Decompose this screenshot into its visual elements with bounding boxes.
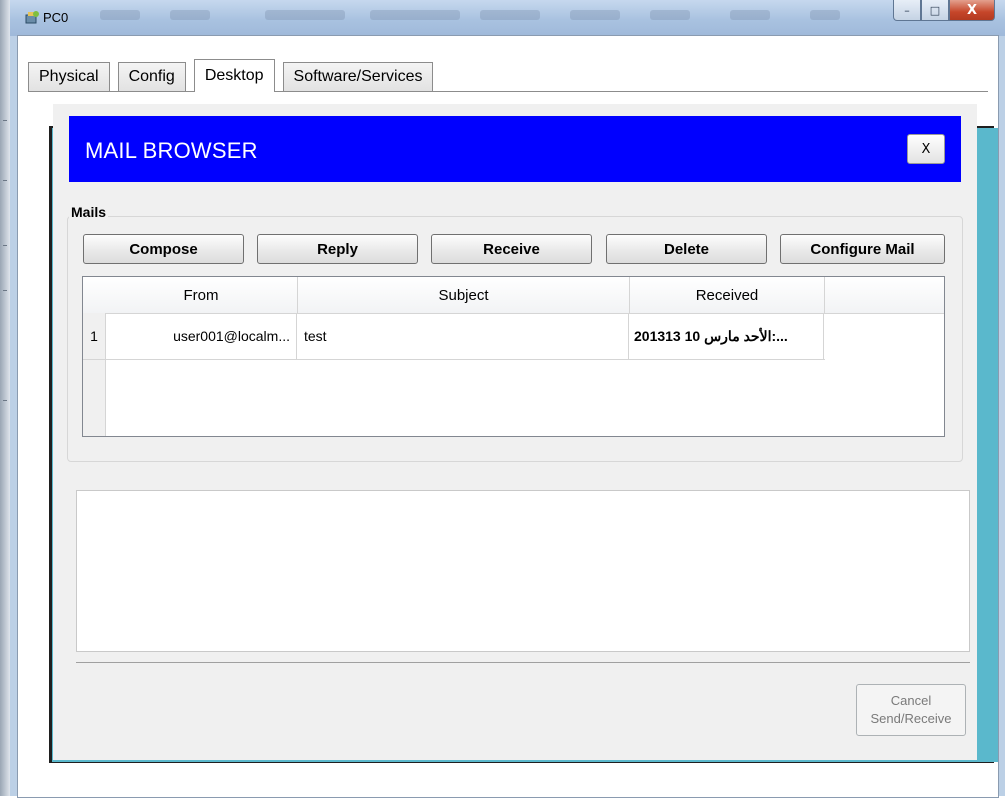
cell-subject: test xyxy=(298,313,629,359)
background-window-edge xyxy=(0,0,10,796)
tab-strip: Physical Config Desktop Software/Service… xyxy=(28,59,441,92)
close-icon: X xyxy=(966,2,978,18)
divider xyxy=(76,662,970,663)
tab-software-services[interactable]: Software/Services xyxy=(282,62,434,91)
window-title: PC0 xyxy=(43,10,69,25)
minimize-icon: – xyxy=(904,3,910,17)
table-row[interactable]: user001@localm... test ...:الأحد مارس 10… xyxy=(83,313,825,360)
table-header: From Subject Received xyxy=(83,277,944,314)
delete-button[interactable]: Delete xyxy=(606,234,767,264)
configure-mail-button[interactable]: Configure Mail xyxy=(780,234,945,264)
mail-browser-window: MAIL BROWSER X Mails Compose Reply Recei… xyxy=(53,104,977,760)
tab-desktop[interactable]: Desktop xyxy=(193,59,275,92)
mail-preview-pane[interactable] xyxy=(76,490,970,652)
close-mail-browser-button[interactable]: X xyxy=(907,134,945,164)
send-receive-label: Send/Receive xyxy=(870,711,952,726)
pc0-window: PC0 – □ X Physical Config Desktop Softwa… xyxy=(10,0,1005,798)
close-icon: X xyxy=(921,141,931,157)
reply-button[interactable]: Reply xyxy=(257,234,418,264)
title-bar[interactable]: PC0 – □ X xyxy=(10,0,1005,36)
cell-received: ...:الأحد مارس 10 201313 xyxy=(630,313,824,359)
column-header-received[interactable]: Received xyxy=(630,277,825,313)
cancel-send-receive-button[interactable]: Cancel Send/Receive xyxy=(856,684,966,736)
close-window-button[interactable]: X xyxy=(949,0,995,21)
cancel-label: Cancel xyxy=(890,693,932,708)
column-header-subject[interactable]: Subject xyxy=(298,277,630,313)
pc-app-icon xyxy=(25,11,39,24)
tab-config[interactable]: Config xyxy=(117,62,186,91)
cell-from: user001@localm... xyxy=(105,313,297,359)
tab-physical[interactable]: Physical xyxy=(28,62,110,91)
mail-list-table[interactable]: From Subject Received 1 user001@localm..… xyxy=(82,276,945,437)
mails-group-label: Mails xyxy=(69,204,109,220)
maximize-button[interactable]: □ xyxy=(921,0,949,21)
minimize-button[interactable]: – xyxy=(893,0,921,21)
receive-button[interactable]: Receive xyxy=(431,234,592,264)
maximize-icon: □ xyxy=(929,3,941,17)
column-header-from[interactable]: From xyxy=(105,277,298,313)
mail-browser-header: MAIL BROWSER X xyxy=(69,116,961,182)
mail-browser-title: MAIL BROWSER xyxy=(85,138,258,163)
compose-button[interactable]: Compose xyxy=(83,234,244,264)
